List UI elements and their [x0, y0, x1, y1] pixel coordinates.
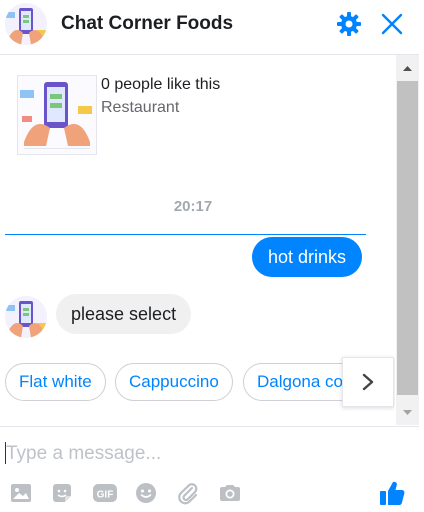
sender-avatar: [5, 296, 47, 338]
scroll-up-arrow-icon[interactable]: [396, 59, 419, 77]
page-avatar[interactable]: [5, 3, 47, 45]
attachment-icon[interactable]: [176, 481, 202, 505]
scrollbar-thumb[interactable]: [397, 81, 418, 395]
chat-header: Chat Corner Foods: [0, 0, 419, 55]
message-scrollbar[interactable]: [396, 55, 419, 425]
emoji-icon[interactable]: [134, 481, 160, 505]
quick-replies-next-button[interactable]: [342, 357, 394, 407]
quick-replies: Flat white Cappuccino Dalgona coffee: [5, 363, 395, 401]
chevron-right-icon: [362, 373, 374, 391]
message-list[interactable]: 0 people like this Restaurant 20:17 hot …: [0, 55, 395, 425]
unread-divider: [5, 234, 366, 235]
settings-gear-icon[interactable]: [336, 11, 362, 37]
text-caret: [5, 442, 6, 464]
quick-reply-flat-white[interactable]: Flat white: [5, 363, 106, 401]
thumbs-up-icon[interactable]: [378, 479, 406, 507]
page-category: Restaurant: [101, 99, 180, 116]
quick-reply-dalgona-coffee[interactable]: Dalgona coffee: [243, 363, 351, 401]
photo-icon[interactable]: [9, 481, 35, 505]
message-composer: GIF: [0, 426, 419, 506]
message-timestamp: 20:17: [173, 198, 213, 215]
scroll-down-arrow-icon[interactable]: [396, 405, 419, 421]
gif-icon[interactable]: GIF: [92, 481, 118, 505]
message-input[interactable]: [4, 439, 388, 469]
page-thumbnail[interactable]: [17, 75, 97, 155]
incoming-message[interactable]: please select: [56, 294, 192, 334]
page-likes-count: 0 people like this: [101, 76, 221, 93]
close-icon[interactable]: [380, 12, 404, 36]
quick-reply-cappuccino[interactable]: Cappuccino: [115, 363, 233, 401]
chat-title: Chat Corner Foods: [61, 13, 234, 34]
gif-label: GIF: [97, 490, 114, 501]
camera-icon[interactable]: [218, 481, 244, 505]
quick-reply-overflow: Dalgona coffee: [243, 363, 351, 403]
outgoing-message[interactable]: hot drinks: [252, 237, 363, 277]
sticker-icon[interactable]: [50, 481, 76, 505]
